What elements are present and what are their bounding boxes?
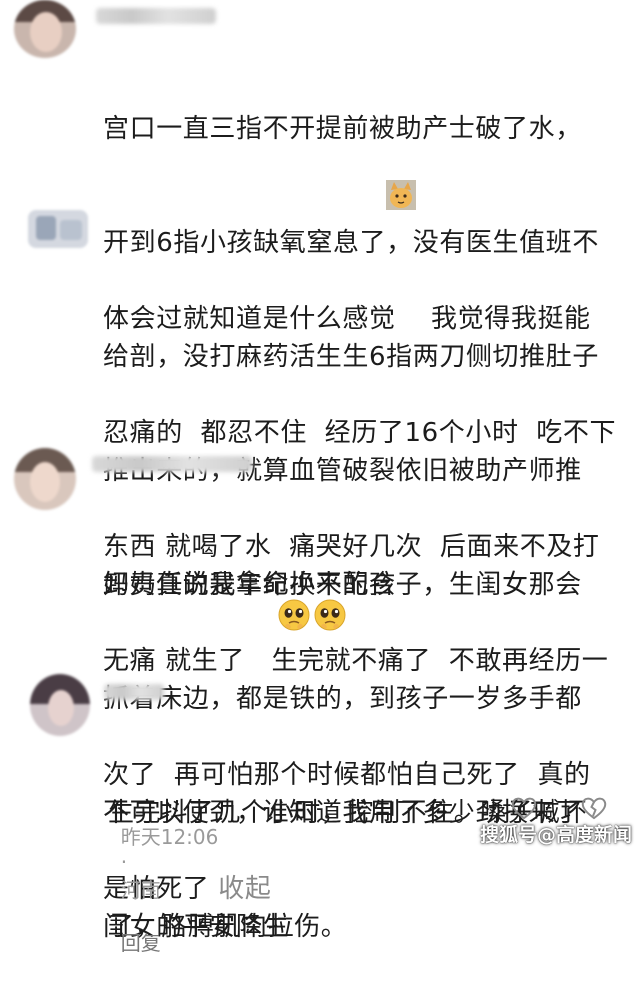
comment-time: 昨天12:06 [120,825,219,849]
comment-line: 抓着床边，都是铁的，到孩子一岁多手都 [103,684,582,714]
pleading-face-emoji-icon [278,599,310,631]
comment-line: 宫口一直三指不开提前被助产士破了水， [103,114,582,144]
pleading-face-emoji-icon [314,599,346,631]
reply-button[interactable]: 回复 [121,931,161,955]
broken-heart-icon[interactable] [580,795,608,821]
watermark: 搜狐号@高度新闻 [479,824,632,846]
avatar[interactable] [28,210,88,248]
avatar[interactable] [30,674,90,736]
avatar[interactable] [14,0,76,58]
comment-line: 体会过就知道是什么感觉 我觉得我挺能 [103,304,591,334]
username-blurred[interactable] [96,8,216,24]
heart-icon[interactable] [510,795,538,821]
cat-face-emoji-icon [386,180,416,210]
meta-separator: · [120,850,128,874]
comment-line: 忍痛的 都忍不住 经历了16个小时 吃不下 [103,418,617,448]
username-blurred[interactable] [104,684,164,700]
avatar[interactable] [14,448,76,510]
username-blurred[interactable] [92,456,252,472]
comment-meta: 昨天12:06 · 河南 回复 [108,797,219,956]
comment-location: 河南 [120,878,161,902]
